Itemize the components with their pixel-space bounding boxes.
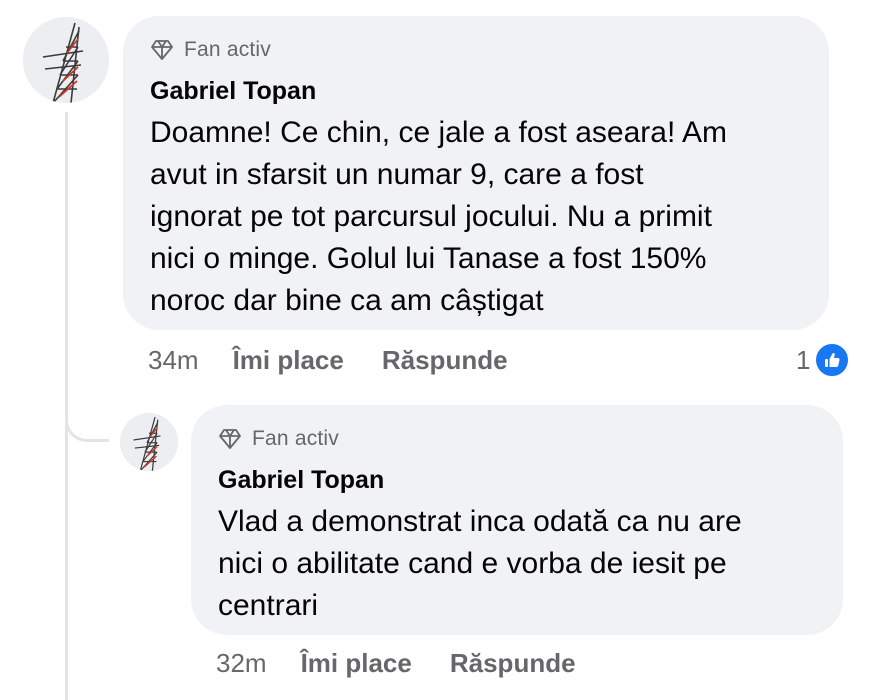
avatar[interactable]	[23, 17, 109, 103]
fan-badge-label: Fan activ	[252, 427, 339, 450]
comment-actions: 34m Îmi place Răspunde	[148, 340, 546, 380]
reply-actions: 32m Îmi place Răspunde	[216, 643, 614, 683]
like-icon	[814, 342, 851, 378]
like-button[interactable]: Îmi place	[233, 345, 344, 376]
comment-text: Doamne! Ce chin, ce jale a fost aseara! …	[150, 116, 727, 317]
comment-timestamp[interactable]: 34m	[148, 345, 199, 376]
like-button[interactable]: Îmi place	[301, 648, 412, 679]
author-name[interactable]: Gabriel Topan	[150, 74, 803, 108]
comment-bubble: Fan activ Gabriel Topan Doamne! Ce chin,…	[123, 16, 829, 330]
thread-elbow	[65, 392, 109, 442]
tower-avatar-image	[120, 413, 178, 471]
fan-badge[interactable]: Fan activ	[150, 36, 803, 64]
thumbs-up-icon	[825, 353, 841, 367]
fan-badge-label: Fan activ	[184, 38, 271, 61]
reply-button[interactable]: Răspunde	[450, 648, 576, 679]
reply-bubble: Fan activ Gabriel Topan Vlad a demonstra…	[191, 405, 843, 635]
reply-text: Vlad a demonstrat inca odată ca nu are n…	[218, 505, 742, 622]
reaction-count: 1	[796, 344, 811, 375]
reply-timestamp[interactable]: 32m	[216, 648, 267, 679]
tower-avatar-image	[23, 17, 109, 103]
fan-badge[interactable]: Fan activ	[218, 425, 817, 453]
reply-button[interactable]: Răspunde	[382, 345, 508, 376]
author-name[interactable]: Gabriel Topan	[218, 463, 817, 497]
diamond-icon	[219, 429, 241, 449]
reaction-summary[interactable]: 1	[796, 340, 851, 380]
diamond-icon	[151, 40, 173, 60]
avatar[interactable]	[120, 413, 178, 471]
